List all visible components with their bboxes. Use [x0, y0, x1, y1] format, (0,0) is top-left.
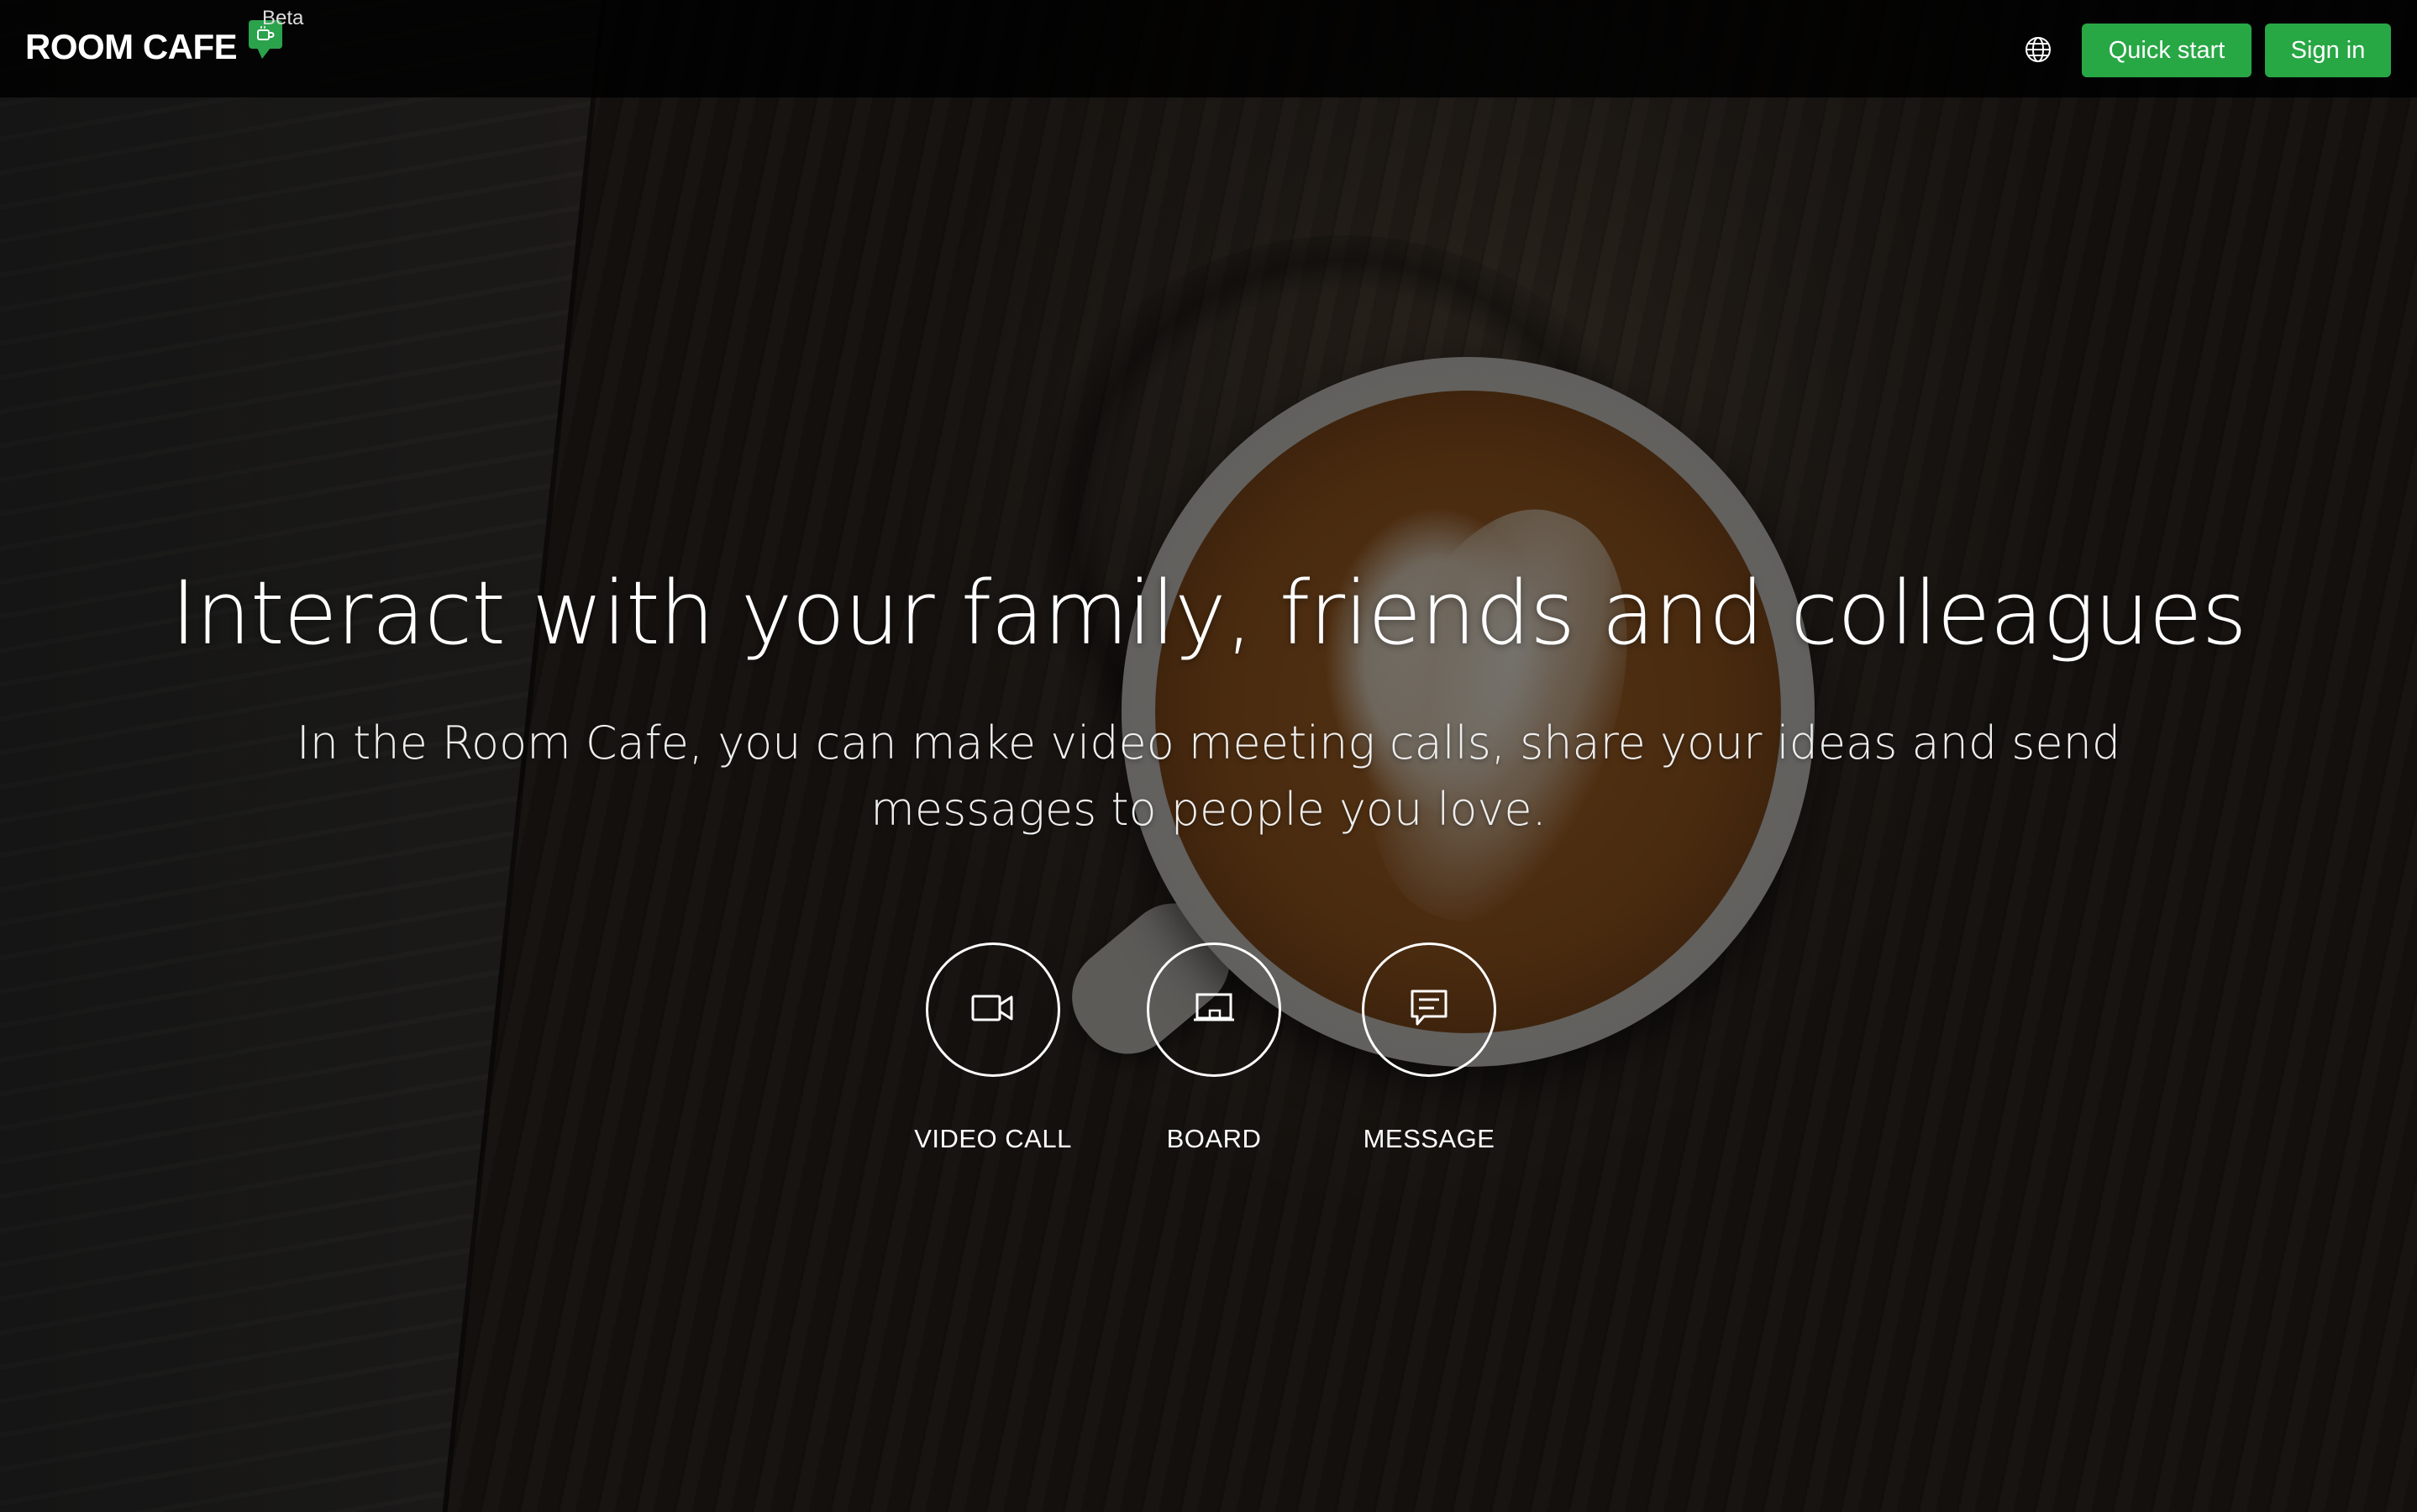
board-feature[interactable]: BOARD: [1122, 942, 1306, 1154]
hero-subtitle: In the Room Cafe, you can make video mee…: [296, 717, 2121, 836]
board-label: BOARD: [1166, 1124, 1262, 1153]
sign-in-button[interactable]: Sign in: [2265, 24, 2391, 77]
message-feature[interactable]: MESSAGE: [1337, 942, 1521, 1154]
board-icon: [1193, 992, 1235, 1028]
globe-icon[interactable]: [2024, 35, 2052, 64]
quick-start-button[interactable]: Quick start: [2082, 24, 2251, 77]
brand[interactable]: ROOM CAFE: [25, 20, 283, 72]
video-call-feature[interactable]: VIDEO CALL: [901, 942, 1085, 1154]
hero-title: Interact with your family, friends and c…: [171, 562, 2247, 664]
message-button[interactable]: [1362, 942, 1496, 1077]
video-call-label: VIDEO CALL: [914, 1124, 1072, 1153]
board-button[interactable]: [1147, 942, 1281, 1077]
video-call-button[interactable]: [926, 942, 1060, 1077]
video-camera-icon: [971, 993, 1015, 1027]
top-navbar: ROOM CAFE Beta Quick start Sign in: [0, 0, 2417, 97]
brand-name[interactable]: ROOM CAFE: [25, 22, 238, 72]
message-label: MESSAGE: [1363, 1124, 1495, 1153]
beta-badge: Beta: [262, 7, 304, 29]
chat-message-icon: [1409, 988, 1449, 1032]
